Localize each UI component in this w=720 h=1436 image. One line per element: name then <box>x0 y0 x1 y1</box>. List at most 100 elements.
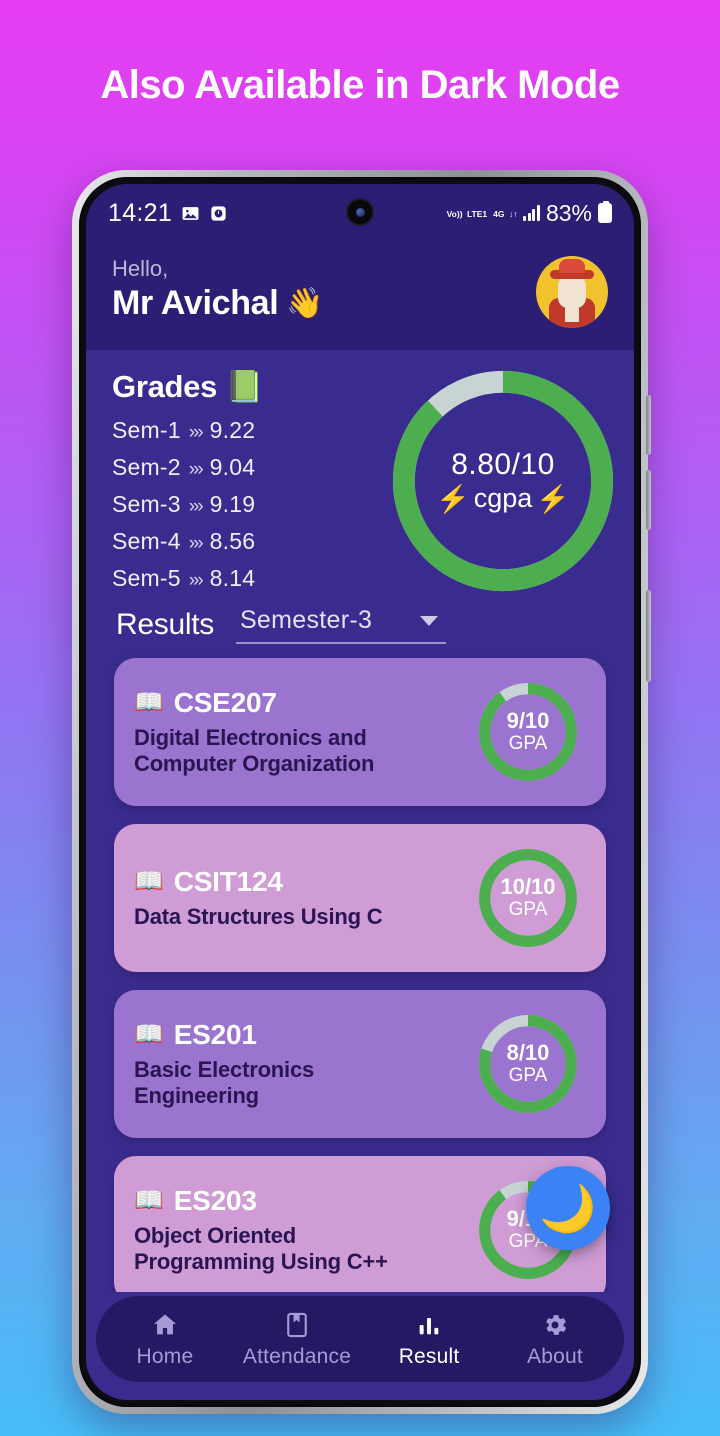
course-card[interactable]: 📖 CSIT124 Data Structures Using C 10/10 … <box>114 824 606 972</box>
gpa-center-text: 8/10 GPA <box>476 1012 580 1116</box>
cgpa-value: 8.80/10 <box>451 447 555 481</box>
open-book-icon: 📖 <box>134 689 164 717</box>
semester-value: 8.56 <box>209 528 256 554</box>
course-code-row: 📖 ES203 <box>134 1185 476 1217</box>
list-item: Sem-1 »› 9.22 <box>112 417 384 444</box>
battery-icon <box>598 201 612 223</box>
course-code: ES203 <box>173 1184 257 1216</box>
status-bar: 14:21 Vo)) LTE1 4G ↓↑ 83% <box>86 184 634 242</box>
nav-label: Attendance <box>242 1344 352 1368</box>
nav-item-result[interactable]: Result <box>381 1310 477 1369</box>
semester-dropdown-value: Semester-3 <box>239 606 373 634</box>
phone-frame: 14:21 Vo)) LTE1 4G ↓↑ 83% Hello, Mr Avic… <box>72 170 651 1414</box>
promo-banner: Also Available in Dark Mode <box>0 0 720 170</box>
course-name: Object Oriented Programming Using C++ <box>134 1222 388 1274</box>
network-indicator: 4G ↓↑ <box>493 209 518 219</box>
nav-label: About <box>527 1344 583 1368</box>
camera-punch-hole <box>346 198 374 226</box>
semester-value: 9.22 <box>209 417 256 443</box>
lightning-icon: ⚡ <box>436 483 470 514</box>
list-item: Sem-5 »› 8.14 <box>112 565 384 592</box>
course-code: CSIT124 <box>173 865 283 897</box>
results-header: Results Semester-3 <box>86 602 634 658</box>
cgpa-progress-ring: 8.80/10 ⚡ cgpa ⚡ <box>384 362 622 600</box>
bar-chart-icon <box>415 1310 443 1340</box>
volume-down-button[interactable] <box>646 470 651 530</box>
phone-bezel: 14:21 Vo)) LTE1 4G ↓↑ 83% Hello, Mr Avic… <box>79 177 641 1407</box>
chevrons-right-icon: »› <box>188 570 204 591</box>
semester-label: Sem-3 <box>112 491 181 517</box>
course-gpa-ring: 9/10 GPA <box>476 680 580 784</box>
gpa-label: GPA <box>508 898 548 920</box>
avatar[interactable] <box>536 256 608 328</box>
image-icon <box>181 204 200 223</box>
course-code: ES201 <box>173 1018 257 1050</box>
course-code-row: 📖 CSIT124 <box>134 866 476 898</box>
chevrons-right-icon: »› <box>188 533 204 554</box>
semester-label: Sem-1 <box>112 417 181 443</box>
chevron-down-icon <box>419 615 438 626</box>
grades-title: Grades <box>112 368 218 404</box>
bottom-nav: Home Attendance Result About <box>96 1296 624 1382</box>
power-button[interactable] <box>646 590 651 682</box>
greeting-label: Hello, <box>112 256 169 281</box>
lightning-icon: ⚡ <box>536 483 570 514</box>
gpa-value: 10/10 <box>500 874 556 900</box>
list-item: Sem-3 »› 9.19 <box>112 491 384 518</box>
chevrons-right-icon: »› <box>188 496 204 517</box>
course-card[interactable]: 📖 CSE207 Digital Electronics and Compute… <box>114 658 606 806</box>
chevrons-right-icon: »› <box>188 459 204 480</box>
nav-item-about[interactable]: About <box>507 1310 603 1369</box>
nav-item-home[interactable]: Home <box>117 1310 213 1369</box>
avatar-head <box>558 276 586 308</box>
list-item: Sem-2 »› 9.04 <box>112 454 384 481</box>
nav-label: Home <box>136 1344 194 1368</box>
phone-screen: 14:21 Vo)) LTE1 4G ↓↑ 83% Hello, Mr Avic… <box>86 184 634 1400</box>
gpa-label: GPA <box>508 1064 548 1086</box>
volume-up-button[interactable] <box>646 395 651 455</box>
list-item: Sem-4 »› 8.56 <box>112 528 384 555</box>
dark-mode-fab[interactable]: 🌙 <box>526 1166 610 1250</box>
course-name: Digital Electronics and Computer Organiz… <box>134 724 375 776</box>
semester-label: Sem-2 <box>112 454 181 480</box>
status-time: 14:21 <box>108 198 173 227</box>
user-name-row: Mr Avichal 👋 <box>112 284 324 323</box>
cgpa-center-text: 8.80/10 ⚡ cgpa ⚡ <box>384 362 622 600</box>
open-book-icon: 📖 <box>134 1021 164 1049</box>
gpa-value: 9/10 <box>506 708 550 734</box>
green-book-icon: 📗 <box>225 369 264 404</box>
semester-dropdown[interactable]: Semester-3 <box>235 606 446 644</box>
greeting-block: Hello, Mr Avichal 👋 <box>112 256 324 323</box>
app-header: Hello, Mr Avichal 👋 <box>86 242 634 350</box>
semester-label: Sem-4 <box>112 528 181 554</box>
gpa-value: 8/10 <box>506 1040 550 1066</box>
bookmark-icon <box>283 1310 311 1340</box>
course-code-row: 📖 CSE207 <box>134 687 476 719</box>
semester-value: 9.04 <box>209 454 256 480</box>
open-book-icon: 📖 <box>134 1187 164 1215</box>
bottom-nav-container: Home Attendance Result About <box>86 1292 634 1400</box>
cgpa-label-row: ⚡ cgpa ⚡ <box>436 483 570 515</box>
gpa-label: GPA <box>508 732 548 754</box>
grades-title-row: Grades 📗 <box>112 368 384 405</box>
open-book-icon: 📖 <box>134 868 164 896</box>
course-info: 📖 ES201 Basic Electronics Engineering <box>134 1019 476 1110</box>
gpa-center-text: 10/10 GPA <box>476 846 580 950</box>
course-gpa-ring: 8/10 GPA <box>476 1012 580 1116</box>
course-code-row: 📖 ES201 <box>134 1019 476 1051</box>
course-name: Basic Electronics Engineering <box>134 1056 315 1108</box>
gear-icon <box>541 1310 569 1340</box>
battery-percent: 83% <box>545 199 592 226</box>
status-bar-right: Vo)) LTE1 4G ↓↑ 83% <box>447 200 612 227</box>
results-title: Results <box>116 608 214 641</box>
semester-value: 8.14 <box>209 565 256 591</box>
semester-list: Sem-1 »› 9.22 Sem-2 »› 9.04 Sem-3 »› 9.1… <box>112 417 384 592</box>
grades-section: Grades 📗 Sem-1 »› 9.22 Sem-2 »› 9.04 Sem… <box>86 366 634 602</box>
status-bar-left: 14:21 <box>108 199 228 228</box>
course-code: CSE207 <box>173 686 277 718</box>
course-name: Data Structures Using C <box>134 903 383 929</box>
semester-value: 9.19 <box>209 491 256 517</box>
course-card[interactable]: 📖 ES201 Basic Electronics Engineering 8/… <box>114 990 606 1138</box>
nav-item-attendance[interactable]: Attendance <box>243 1310 351 1369</box>
clock-icon <box>209 204 228 223</box>
